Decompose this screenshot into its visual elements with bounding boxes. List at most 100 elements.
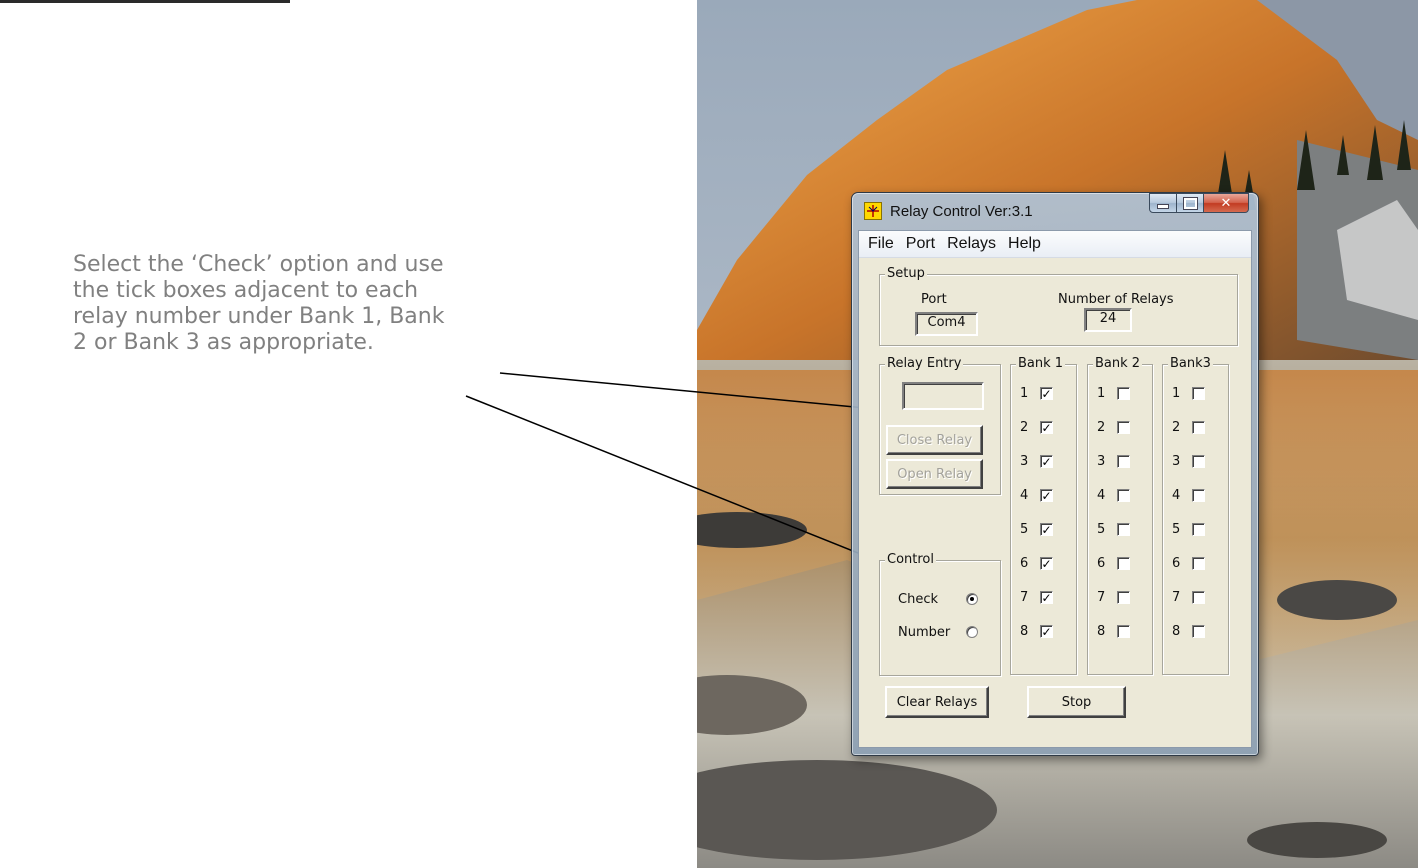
checkmark-icon: ✓ <box>1041 454 1052 469</box>
relay-row: 5 <box>1172 522 1205 537</box>
relay-row: 3 <box>1097 454 1130 469</box>
relay-checkbox[interactable]: ✓ <box>1040 455 1053 468</box>
relay-row: 8 ✓ <box>1020 624 1053 639</box>
relay-number-label: 8 <box>1172 624 1181 639</box>
stop-button[interactable]: Stop <box>1027 686 1126 718</box>
relay-checkbox[interactable] <box>1117 455 1130 468</box>
relay-row: 6 ✓ <box>1020 556 1053 571</box>
relay-row: 4 <box>1097 488 1130 503</box>
relay-number-label: 6 <box>1020 556 1029 571</box>
relay-number-label: 8 <box>1097 624 1106 639</box>
relay-checkbox[interactable] <box>1192 523 1205 536</box>
relay-checkbox[interactable] <box>1192 625 1205 638</box>
bank-2-group: Bank 2 1 2 3 4 5 6 7 8 <box>1087 356 1153 675</box>
bank-3-title: Bank3 <box>1168 356 1213 372</box>
relay-number-label: 3 <box>1172 454 1181 469</box>
relay-number-label: 7 <box>1020 590 1029 605</box>
minimize-button[interactable] <box>1149 193 1177 213</box>
relay-checkbox[interactable] <box>1117 387 1130 400</box>
window-title: Relay Control Ver:3.1 <box>890 203 1033 220</box>
relay-checkbox[interactable] <box>1117 523 1130 536</box>
relay-number-label: 2 <box>1097 420 1106 435</box>
number-radio[interactable] <box>966 626 978 638</box>
number-of-relays-label: Number of Relays <box>1058 292 1174 307</box>
menu-port[interactable]: Port <box>900 235 941 253</box>
relay-row: 5 <box>1097 522 1130 537</box>
relay-checkbox[interactable] <box>1192 387 1205 400</box>
relay-row: 2 ✓ <box>1020 420 1053 435</box>
relay-checkbox[interactable] <box>1192 421 1205 434</box>
relay-checkbox[interactable] <box>1117 557 1130 570</box>
close-relay-button[interactable]: Close Relay <box>886 425 983 455</box>
check-radio[interactable] <box>966 593 978 605</box>
relay-entry-input[interactable] <box>902 382 984 410</box>
dialog-client-area: File Port Relays Help Setup Port Com4 Nu… <box>858 230 1252 748</box>
bank-1-group: Bank 1 1 ✓ 2 ✓ 3 ✓ 4 ✓ 5 ✓ 6 ✓ 7 ✓ 8 ✓ <box>1010 356 1077 675</box>
relay-checkbox[interactable]: ✓ <box>1040 625 1053 638</box>
menu-help[interactable]: Help <box>1002 235 1047 253</box>
close-button[interactable]: ✕ <box>1204 193 1249 213</box>
open-relay-button[interactable]: Open Relay <box>886 459 983 489</box>
close-icon: ✕ <box>1220 195 1232 211</box>
relay-checkbox[interactable]: ✓ <box>1040 489 1053 502</box>
port-value: Com4 <box>915 312 978 336</box>
relay-number-label: 4 <box>1172 488 1181 503</box>
control-group: Control Check Number <box>879 552 1001 676</box>
relay-checkbox[interactable] <box>1192 591 1205 604</box>
relay-number-label: 2 <box>1172 420 1181 435</box>
check-option-label: Check <box>898 592 938 607</box>
title-bar[interactable]: Relay Control Ver:3.1 ✕ <box>852 193 1258 227</box>
relay-checkbox[interactable]: ✓ <box>1040 387 1053 400</box>
clear-relays-button[interactable]: Clear Relays <box>885 686 989 718</box>
relay-row: 3 ✓ <box>1020 454 1053 469</box>
relay-checkbox[interactable] <box>1192 489 1205 502</box>
relay-number-label: 6 <box>1172 556 1181 571</box>
relay-number-label: 5 <box>1172 522 1181 537</box>
relay-number-label: 1 <box>1097 386 1106 401</box>
relay-checkbox[interactable]: ✓ <box>1040 523 1053 536</box>
relay-row: 5 ✓ <box>1020 522 1053 537</box>
relay-checkbox[interactable]: ✓ <box>1040 557 1053 570</box>
bank-3-group: Bank3 1 2 3 4 5 6 7 8 <box>1162 356 1229 675</box>
menu-relays[interactable]: Relays <box>941 235 1002 253</box>
relay-checkbox[interactable] <box>1117 489 1130 502</box>
checkmark-icon: ✓ <box>1041 488 1052 503</box>
relay-checkbox[interactable] <box>1117 591 1130 604</box>
checkmark-icon: ✓ <box>1041 386 1052 401</box>
relay-number-label: 4 <box>1020 488 1029 503</box>
relay-row: 7 <box>1172 590 1205 605</box>
minimize-icon <box>1157 203 1169 209</box>
relay-row: 2 <box>1172 420 1205 435</box>
relay-checkbox[interactable] <box>1192 557 1205 570</box>
relay-number-label: 1 <box>1172 386 1181 401</box>
relay-checkbox[interactable] <box>1117 421 1130 434</box>
relay-row: 3 <box>1172 454 1205 469</box>
relay-row: 8 <box>1172 624 1205 639</box>
relay-number-label: 8 <box>1020 624 1029 639</box>
relay-checkbox[interactable] <box>1117 625 1130 638</box>
menu-bar: File Port Relays Help <box>859 231 1251 258</box>
relay-row: 6 <box>1097 556 1130 571</box>
maximize-button[interactable] <box>1177 193 1204 213</box>
relay-checkbox[interactable] <box>1192 455 1205 468</box>
relay-number-label: 1 <box>1020 386 1029 401</box>
relay-row: 1 <box>1172 386 1205 401</box>
radio-selected-dot <box>970 597 974 601</box>
relay-row: 6 <box>1172 556 1205 571</box>
relay-row: 7 ✓ <box>1020 590 1053 605</box>
number-of-relays-value: 24 <box>1084 308 1132 332</box>
top-strip <box>0 0 290 3</box>
relay-checkbox[interactable]: ✓ <box>1040 591 1053 604</box>
relay-row: 1 <box>1097 386 1130 401</box>
setup-group: Setup Port Com4 Number of Relays 24 <box>879 266 1238 346</box>
checkmark-icon: ✓ <box>1041 522 1052 537</box>
checkmark-icon: ✓ <box>1041 590 1052 605</box>
relay-app-icon <box>864 202 882 220</box>
menu-file[interactable]: File <box>862 235 900 253</box>
relay-entry-group-title: Relay Entry <box>885 356 964 372</box>
control-group-title: Control <box>885 552 936 568</box>
bank-2-title: Bank 2 <box>1093 356 1143 372</box>
relay-number-label: 5 <box>1097 522 1106 537</box>
relay-row: 1 ✓ <box>1020 386 1053 401</box>
relay-checkbox[interactable]: ✓ <box>1040 421 1053 434</box>
